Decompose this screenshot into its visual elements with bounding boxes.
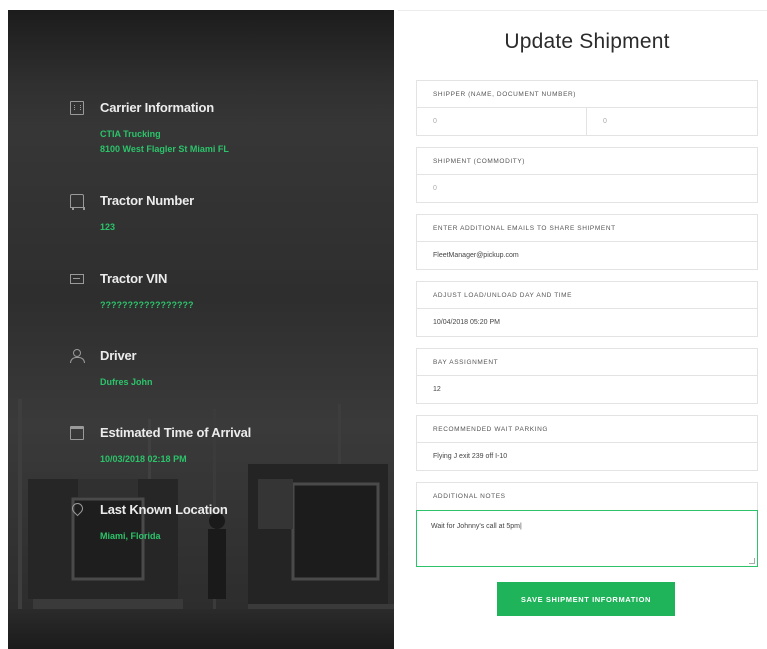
top-divider [398,10,767,11]
carrier-information-title: Carrier Information [100,100,214,115]
notes-label: ADDITIONAL NOTES [433,493,506,500]
location-value: Miami, Florida [100,531,161,541]
calendar-icon [70,425,84,440]
id-card-icon [70,273,84,284]
tractor-number-value: 123 [100,222,116,232]
shipper-field-group: SHIPPER (NAME, DOCUMENT NUMBER) 0 0 [416,80,758,136]
background-ground [8,609,394,649]
save-shipment-button[interactable]: SAVE SHIPMENT INFORMATION [497,582,675,616]
page-title: Update Shipment [504,30,670,53]
tractor-number-title: Tractor Number [100,193,195,208]
tractor-vin-title: Tractor VIN [100,271,168,286]
carrier-information: Carrier Information CTIA Trucking 8100 W… [70,100,370,157]
driver: Driver Dufres John [70,348,370,390]
location-title: Last Known Location [100,502,228,517]
eta-value: 10/03/2018 02:18 PM [100,454,187,464]
emails-field-group: ENTER ADDITIONAL EMAILS TO SHARE SHIPMEN… [416,214,758,270]
shipper-label: SHIPPER (NAME, DOCUMENT NUMBER) [417,81,757,108]
user-icon [70,348,85,363]
load-time-field-group: ADJUST LOAD/UNLOAD DAY AND TIME 10/04/20… [416,281,758,337]
carrier-name: CTIA Trucking [100,129,161,139]
driver-value: Dufres John [100,377,153,387]
tractor-vin-value: ????????????????? [100,300,194,310]
parking-input[interactable]: Flying J exit 239 off I-10 [417,443,757,470]
last-known-location: Last Known Location Miami, Florida [70,502,370,544]
carrier-address: 8100 West Flagler St Miami FL [100,144,229,154]
shipper-document-input[interactable]: 0 [587,108,757,135]
parking-label: RECOMMENDED WAIT PARKING [417,416,757,443]
parking-field-group: RECOMMENDED WAIT PARKING Flying J exit 2… [416,415,758,471]
building-icon [70,100,84,115]
driver-title: Driver [100,348,137,363]
tractor-vin: Tractor VIN ????????????????? [70,271,370,313]
shipper-name-input[interactable]: 0 [417,108,587,135]
load-time-input[interactable]: 10/04/2018 05:20 PM [417,309,757,336]
shipment-label: SHIPMENT (COMMODITY) [417,148,757,175]
notes-field-group: ADDITIONAL NOTES [416,482,758,510]
shipment-field-group: SHIPMENT (COMMODITY) 0 [416,147,758,203]
bay-field-group: BAY ASSIGNMENT 12 [416,348,758,404]
truck-icon [70,193,85,210]
emails-input[interactable]: FleetManager@pickup.com [417,242,757,269]
load-time-label: ADJUST LOAD/UNLOAD DAY AND TIME [417,282,757,309]
shipment-commodity-input[interactable]: 0 [417,175,757,202]
estimated-time-of-arrival: Estimated Time of Arrival 10/03/2018 02:… [70,425,370,467]
bay-label: BAY ASSIGNMENT [417,349,757,376]
tractor-number: Tractor Number 123 [70,193,370,235]
bay-input[interactable]: 12 [417,376,757,403]
eta-title: Estimated Time of Arrival [100,425,252,440]
emails-label: ENTER ADDITIONAL EMAILS TO SHARE SHIPMEN… [417,215,757,242]
map-pin-icon [70,503,84,517]
notes-textarea[interactable]: Wait for Johnny's call at 5pm| [416,510,758,567]
